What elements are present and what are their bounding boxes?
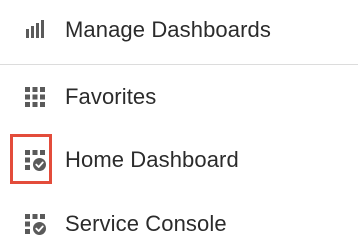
- bar-chart-icon: [26, 20, 44, 38]
- menu-item-home-dashboard[interactable]: Home Dashboard: [0, 132, 358, 188]
- menu-item-favorites[interactable]: Favorites: [0, 69, 358, 125]
- menu-item-label: Favorites: [65, 84, 157, 109]
- highlight-box: [10, 134, 52, 184]
- dashboard-check-icon: [25, 214, 46, 235]
- menu-item-service-console[interactable]: Service Console: [0, 196, 358, 250]
- menu-item-label: Manage Dashboards: [65, 17, 271, 42]
- menu-divider: [0, 64, 358, 65]
- menu-item-label: Service Console: [65, 211, 227, 236]
- menu-item-label: Home Dashboard: [65, 147, 239, 172]
- menu-item-manage-dashboards[interactable]: Manage Dashboards: [0, 2, 358, 58]
- grid-icon: [25, 87, 45, 107]
- dashboard-menu: Manage Dashboards Favorites Home Dashboa…: [0, 0, 358, 250]
